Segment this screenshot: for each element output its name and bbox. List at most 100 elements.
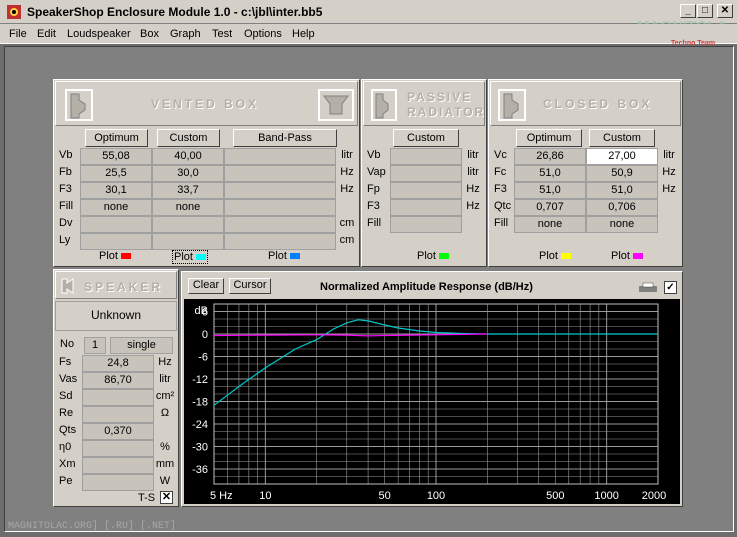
speaker-value-1[interactable]: 86,70 [82,372,154,389]
closed-optimum-3[interactable]: 0,707 [514,199,586,216]
printer-icon[interactable] [636,282,660,294]
speaker-name[interactable]: Unknown [55,301,177,331]
vented-custom-3[interactable]: none [152,199,224,216]
closed-custom-1[interactable]: 50,9 [586,165,658,182]
cursor-button[interactable]: Cursor [229,278,271,294]
speaker-value-4[interactable]: 0,370 [82,423,154,440]
bandpass-button[interactable]: Band-Pass [233,129,337,147]
menu-box[interactable]: Box [140,28,159,40]
speaker-value-2[interactable] [82,389,154,406]
closed-optimum-4[interactable]: none [514,216,586,233]
maximize-button[interactable]: □ [697,4,713,18]
speaker-label-4: Qts [59,424,77,436]
menu-test[interactable]: Test [212,28,232,40]
no-value[interactable]: 1 [84,337,106,354]
vented-optimum-1[interactable]: 25,5 [80,165,152,182]
closed-label-2: F3 [494,183,507,195]
minimize-button[interactable]: _ [680,4,696,18]
closed-label-1: Fc [494,166,507,178]
menu-loudspeaker[interactable]: Loudspeaker [67,28,131,40]
vented-custom-button[interactable]: Custom [157,129,220,147]
vented-custom-4[interactable] [152,216,224,233]
vented-optimum-0[interactable]: 55,08 [80,148,152,165]
closed-custom-2[interactable]: 51,0 [586,182,658,199]
closed-optimum-1[interactable]: 51,0 [514,165,586,182]
vented-custom-1[interactable]: 30,0 [152,165,224,182]
bandpass-2[interactable] [224,182,336,199]
bandpass-4[interactable] [224,216,336,233]
vented-optimum-5[interactable] [80,233,152,250]
speaker-value-7[interactable] [82,474,154,491]
passive-label-3: F3 [367,200,380,212]
vented-plot-custom[interactable]: Plot [172,250,208,264]
passive-plot[interactable]: Plot [417,250,449,262]
passive-custom-4[interactable] [390,216,462,233]
vented-header: VENTED BOX [55,81,358,126]
x-tick-label: 100 [427,490,445,502]
speaker-value-6[interactable] [82,457,154,474]
x-tick-label: 5 Hz [210,490,233,502]
vented-optimum-button[interactable]: Optimum [85,129,148,147]
closed-optimum-button[interactable]: Optimum [516,129,582,147]
passive-custom-3[interactable] [390,199,462,216]
vented-box-panel: VENTED BOX Optimum Custom Band-Pass Plot… [53,79,360,267]
speaker-unit-4 [154,423,176,440]
closed-plot-optimum[interactable]: Plot [539,250,571,262]
bandpass-5[interactable] [224,233,336,250]
clear-button[interactable]: Clear [188,278,224,294]
passive-custom-button[interactable]: Custom [393,129,459,147]
y-tick-label: 6 [202,307,208,319]
closed-custom-4[interactable]: none [586,216,658,233]
chart-title: Normalized Amplitude Response (dB/Hz) [320,281,533,293]
bandpass-3[interactable] [224,199,336,216]
speaker-unit-5: % [160,441,170,453]
y-tick-label: -24 [192,419,208,431]
passive-title-1: PASSIVE [407,90,473,104]
menu-help[interactable]: Help [292,28,315,40]
menu-edit[interactable]: Edit [37,28,56,40]
closed-box-panel: CLOSED BOX Optimum Custom Plot Plot Vc 26… [488,79,683,267]
closed-unit-0: litr [663,149,675,161]
menu-graph[interactable]: Graph [170,28,201,40]
close-button[interactable]: ✕ [717,4,733,18]
chart-svg[interactable]: dB60-6-12-18-24-30-365 Hz 10 50 100 500 1000 2… [184,299,680,504]
vented-optimum-3[interactable]: none [80,199,152,216]
vented-custom-0[interactable]: 40,00 [152,148,224,165]
y-tick-label: 0 [202,329,208,341]
ts-checkbox[interactable]: ✕ [160,491,173,504]
vented-custom-5[interactable] [152,233,224,250]
passive-custom-1[interactable] [390,165,462,182]
vented-custom-2[interactable]: 33,7 [152,182,224,199]
speaker-cabinet-icon [65,89,93,121]
passive-custom-0[interactable] [390,148,462,165]
passive-title-2: RADIATOR [407,105,486,119]
passive-unit-3: Hz [466,200,480,212]
passive-label-1: Vap [367,166,386,178]
graph-checkbox[interactable]: ✓ [664,281,677,294]
closed-optimum-0[interactable]: 26,86 [514,148,586,165]
x-tick-label: 10 [259,490,271,502]
speaker-value-0[interactable]: 24,8 [82,355,154,372]
x-tick-label: 2000 [642,490,666,502]
no-mode[interactable]: single [110,337,173,354]
menu-file[interactable]: File [9,28,27,40]
closed-optimum-2[interactable]: 51,0 [514,182,586,199]
speaker-value-3[interactable] [82,406,154,423]
bandpass-1[interactable] [224,165,336,182]
passive-radiator-panel: PASSIVE RADIATOR Custom Plot Vb litr Vap li… [361,79,487,267]
bandpass-0[interactable] [224,148,336,165]
vented-optimum-4[interactable] [80,216,152,233]
menu-options[interactable]: Options [244,28,282,40]
closed-custom-button[interactable]: Custom [589,129,655,147]
passive-unit-1: litr [467,166,479,178]
x-tick-label: 1000 [594,490,618,502]
speaker-value-5[interactable] [82,440,154,457]
passive-custom-2[interactable] [390,182,462,199]
closed-custom-3[interactable]: 0,706 [586,199,658,216]
closed-custom-0[interactable]: 27,00 [586,148,658,165]
vented-plot-optimum[interactable]: Plot [99,250,131,262]
passive-unit-4 [462,216,484,233]
bandpass-plot[interactable]: Plot [268,250,300,262]
vented-optimum-2[interactable]: 30,1 [80,182,152,199]
closed-plot-custom[interactable]: Plot [611,250,643,262]
